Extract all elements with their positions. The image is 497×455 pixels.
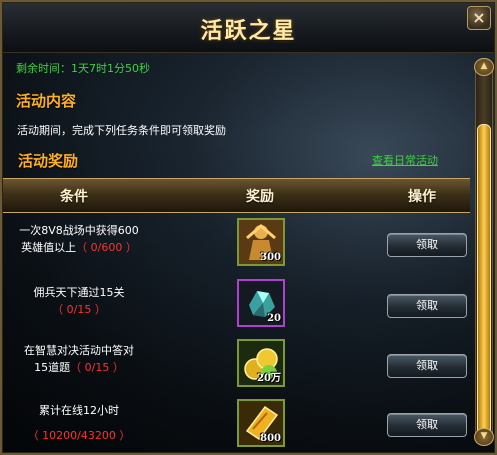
scroll-down-icon: ▼ <box>480 431 488 441</box>
scroll-up-icon: ▲ <box>480 61 488 71</box>
progress-text: （ 0/15 ） <box>70 361 124 374</box>
content-heading: 活动内容 <box>16 92 77 110</box>
window-title: 活跃之星 <box>200 19 297 44</box>
condition-cell: 累计在线12小时 （ 10200/43200 ） <box>0 402 158 444</box>
activity-window: 活跃之星 × 剩余时间：1天7时1分50秒 活动内容 活动期间，完成下列任务条件… <box>0 0 497 455</box>
condition-cell: 佣兵天下通过15关 （ 0/15 ） <box>0 284 158 318</box>
scrollbar-thumb[interactable] <box>477 124 491 438</box>
table-header: 条件 奖励 操作 <box>0 178 470 213</box>
reward-slot[interactable]: 20 <box>237 279 285 327</box>
condition-cell: 一次8V8战场中获得600 英雄值以上（ 0/600 ） <box>0 222 158 256</box>
claim-button[interactable]: 领取 <box>387 354 467 378</box>
condition-text: 一次8V8战场中获得600 <box>19 224 139 237</box>
progress-text: （ 0/15 ） <box>52 303 106 316</box>
progress-text: （ 0/600 ） <box>76 241 137 254</box>
claim-button[interactable]: 领取 <box>387 233 467 257</box>
condition-cell: 在智慧对决活动中答对 15道题（ 0/15 ） <box>0 342 158 376</box>
reward-quantity: 800 <box>260 433 281 444</box>
scroll-up-button[interactable]: ▲ <box>474 58 494 76</box>
condition-text-2: 英雄值以上 <box>21 241 77 254</box>
reward-quantity: 20万 <box>257 373 281 384</box>
claim-button[interactable]: 领取 <box>387 294 467 318</box>
condition-text-line2: 英雄值以上（ 0/600 ） <box>0 239 158 256</box>
condition-text-2: 15道题 <box>34 361 71 374</box>
condition-text-line2: 15道题（ 0/15 ） <box>0 359 158 376</box>
condition-text: 累计在线12小时 <box>39 404 119 417</box>
table-row: 一次8V8战场中获得600 英雄值以上（ 0/600 ） 300 领取 <box>0 214 470 273</box>
table-row: 佣兵天下通过15关 （ 0/15 ） 20 领取 <box>0 274 470 333</box>
reward-slot[interactable]: 20万 <box>237 339 285 387</box>
reward-quantity: 20 <box>267 313 281 324</box>
close-button[interactable]: × <box>467 6 491 30</box>
header-action: 操作 <box>408 189 436 205</box>
condition-text: 佣兵天下通过15关 <box>33 286 125 299</box>
header-reward: 奖励 <box>246 189 274 205</box>
view-daily-activity-link[interactable]: 查看日常活动 <box>372 152 438 168</box>
header-condition: 条件 <box>60 189 88 205</box>
table-row: 累计在线12小时 （ 10200/43200 ） 800 领取 <box>0 396 470 455</box>
reward-quantity: 300 <box>260 252 281 263</box>
close-icon: × <box>472 8 486 27</box>
remaining-time: 剩余时间：1天7时1分50秒 <box>16 62 150 75</box>
table-row: 在智慧对决活动中答对 15道题（ 0/15 ） 20万 领取 <box>0 336 470 395</box>
condition-text: 在智慧对决活动中答对 <box>24 344 134 357</box>
progress-text: （ 10200/43200 ） <box>27 429 131 442</box>
reward-heading: 活动奖励 <box>18 152 79 170</box>
title-bar: 活跃之星 × <box>0 0 497 53</box>
activity-description: 活动期间，完成下列任务条件即可领取奖励 <box>17 124 226 137</box>
reward-slot[interactable]: 300 <box>237 218 285 266</box>
claim-button[interactable]: 领取 <box>387 413 467 437</box>
scroll-down-button[interactable]: ▼ <box>474 428 494 446</box>
reward-slot[interactable]: 800 <box>237 399 285 447</box>
